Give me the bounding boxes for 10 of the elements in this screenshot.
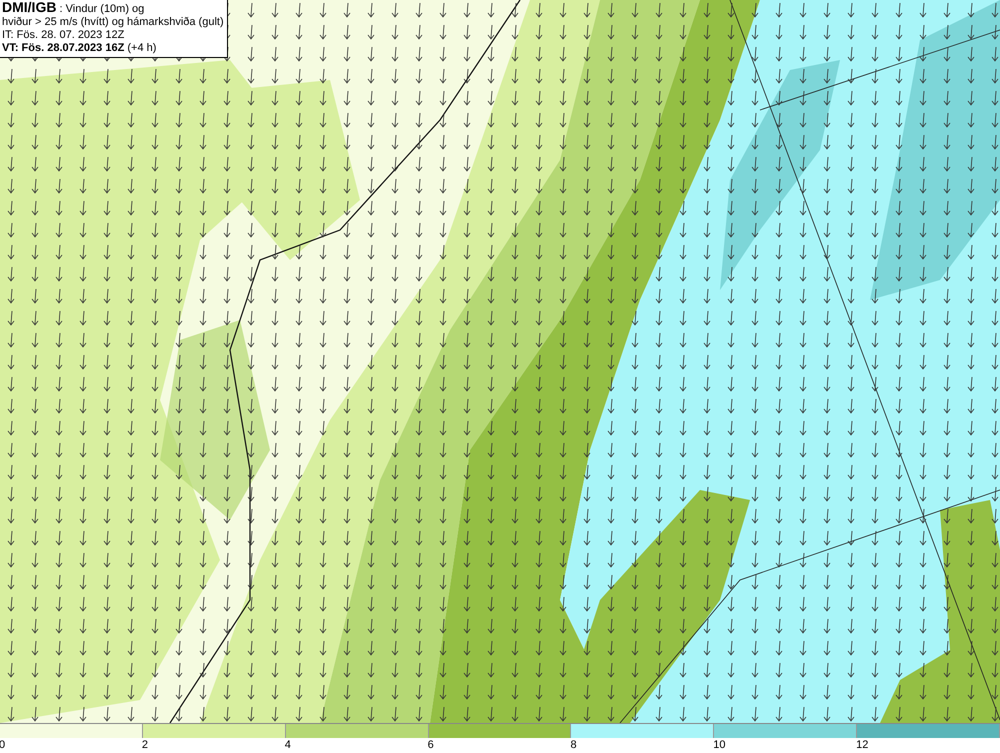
legend-tick-label: 4 — [284, 738, 291, 752]
legend-tick-label: 12 — [856, 738, 868, 752]
legend-tick-label: 10 — [713, 738, 726, 752]
info-line: hviður > 25 m/s (hvítt) og hámarkshviða (gult) — [2, 16, 224, 29]
info-line: VT: Fös. 28.07.2023 16Z (+4 h) — [2, 42, 158, 55]
legend-tick-label: 2 — [142, 738, 148, 752]
info-line: DMI/IGB : Vindur (10m) og — [2, 1, 146, 16]
info-line: IT: Fös. 28. 07. 2023 12Z — [2, 29, 126, 42]
legend-tick-label: 6 — [428, 738, 434, 752]
legend-tick-label: 8 — [570, 738, 577, 752]
